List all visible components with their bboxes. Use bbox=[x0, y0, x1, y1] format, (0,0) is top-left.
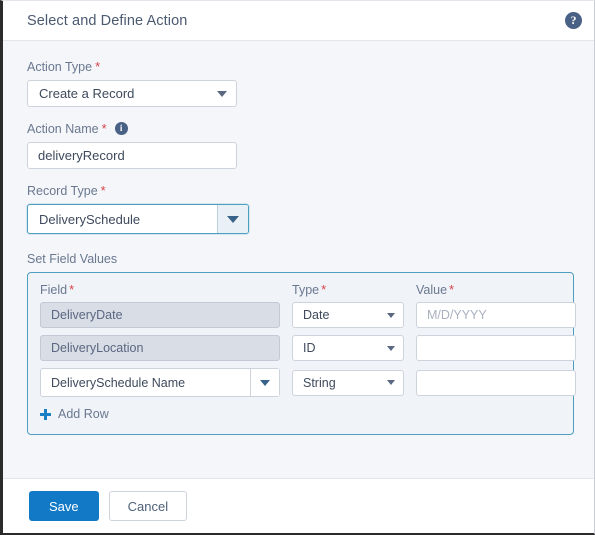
column-header-value: Value * bbox=[416, 282, 576, 297]
table-row: DeliverySchedule Name String bbox=[40, 368, 594, 397]
required-asterisk: * bbox=[69, 282, 75, 297]
field-values-header-row: Field * Type * Value * bbox=[40, 282, 561, 297]
type-select[interactable]: ID bbox=[292, 335, 404, 361]
record-type-label: Record Type * bbox=[27, 183, 570, 198]
type-select[interactable]: String bbox=[292, 369, 404, 396]
record-type-value: DeliverySchedule bbox=[39, 211, 141, 227]
table-row: DeliveryDate Date bbox=[40, 302, 576, 328]
column-header-field-text: Field bbox=[40, 282, 68, 297]
info-icon[interactable]: i bbox=[114, 122, 128, 135]
type-select-value: String bbox=[303, 375, 336, 390]
add-row-button[interactable]: Add Row bbox=[40, 407, 109, 421]
row-field-cell: DeliveryLocation bbox=[40, 335, 280, 361]
chevron-down-icon bbox=[387, 380, 395, 385]
row-value-cell bbox=[416, 302, 576, 328]
row-delete-cell: × bbox=[586, 370, 594, 396]
required-asterisk: * bbox=[449, 282, 455, 297]
required-asterisk: * bbox=[100, 183, 106, 198]
action-type-label: Action Type * bbox=[27, 59, 570, 74]
chevron-down-icon bbox=[227, 215, 239, 223]
action-type-group: Action Type * Create a Record bbox=[27, 59, 570, 107]
action-name-label-text: Action Name bbox=[27, 121, 99, 136]
cancel-button[interactable]: Cancel bbox=[108, 491, 188, 521]
value-input[interactable] bbox=[416, 369, 576, 396]
row-value-cell bbox=[416, 335, 576, 361]
remove-row-icon[interactable]: × bbox=[586, 370, 594, 396]
type-select[interactable]: Date bbox=[292, 302, 404, 328]
record-type-select[interactable]: DeliverySchedule bbox=[27, 204, 249, 234]
column-header-type: Type * bbox=[292, 282, 404, 297]
field-name-readonly: DeliveryDate bbox=[40, 302, 280, 328]
record-type-dropdown-button[interactable] bbox=[217, 205, 248, 233]
set-field-values-label: Set Field Values bbox=[27, 252, 118, 266]
select-and-define-action-dialog: Select and Define Action ? Action Type *… bbox=[0, 0, 595, 535]
row-type-cell: ID bbox=[292, 335, 404, 361]
field-name-select[interactable]: DeliverySchedule Name bbox=[40, 368, 280, 397]
dialog-body: Action Type * Create a Record Action Nam… bbox=[3, 41, 594, 478]
row-type-cell: String bbox=[292, 369, 404, 396]
column-header-field: Field * bbox=[40, 282, 280, 297]
add-row-label: Add Row bbox=[58, 407, 109, 421]
field-name-value: DeliverySchedule Name bbox=[51, 375, 186, 390]
chevron-down-icon bbox=[217, 90, 227, 97]
field-name-dropdown-button[interactable] bbox=[250, 369, 279, 396]
required-asterisk: * bbox=[101, 121, 107, 136]
plus-icon bbox=[40, 408, 51, 420]
chevron-down-icon bbox=[387, 345, 395, 351]
type-select-value: ID bbox=[303, 341, 316, 355]
page-title: Select and Define Action bbox=[27, 12, 188, 29]
table-row: DeliveryLocation ID bbox=[40, 335, 576, 361]
dialog-footer: Save Cancel bbox=[3, 478, 594, 533]
record-type-group: Record Type * DeliverySchedule bbox=[27, 183, 570, 234]
chevron-down-icon bbox=[260, 379, 270, 386]
required-asterisk: * bbox=[321, 282, 327, 297]
action-name-label: Action Name * i bbox=[27, 121, 570, 136]
set-field-values-panel: Field * Type * Value * DeliveryDate Date… bbox=[27, 272, 594, 435]
row-field-cell: DeliverySchedule Name bbox=[40, 368, 280, 397]
dialog-header: Select and Define Action ? bbox=[3, 1, 594, 41]
required-asterisk: * bbox=[95, 59, 101, 74]
value-input[interactable] bbox=[416, 302, 576, 328]
field-name-readonly: DeliveryLocation bbox=[40, 335, 280, 361]
row-type-cell: Date bbox=[292, 302, 404, 328]
chevron-down-icon bbox=[387, 312, 395, 318]
record-type-label-text: Record Type bbox=[27, 183, 98, 198]
action-type-select[interactable]: Create a Record bbox=[27, 80, 237, 107]
column-header-type-text: Type bbox=[292, 282, 320, 297]
row-field-cell: DeliveryDate bbox=[40, 302, 280, 328]
row-value-cell bbox=[416, 369, 576, 396]
help-circle-icon[interactable]: ? bbox=[565, 12, 582, 29]
action-type-value: Create a Record bbox=[39, 86, 135, 101]
action-name-group: Action Name * i bbox=[27, 121, 570, 169]
column-header-value-text: Value bbox=[416, 282, 448, 297]
action-type-label-text: Action Type bbox=[27, 59, 93, 74]
save-button[interactable]: Save bbox=[29, 491, 99, 521]
type-select-value: Date bbox=[303, 308, 330, 322]
action-name-input[interactable] bbox=[27, 142, 237, 169]
value-input[interactable] bbox=[416, 335, 576, 361]
